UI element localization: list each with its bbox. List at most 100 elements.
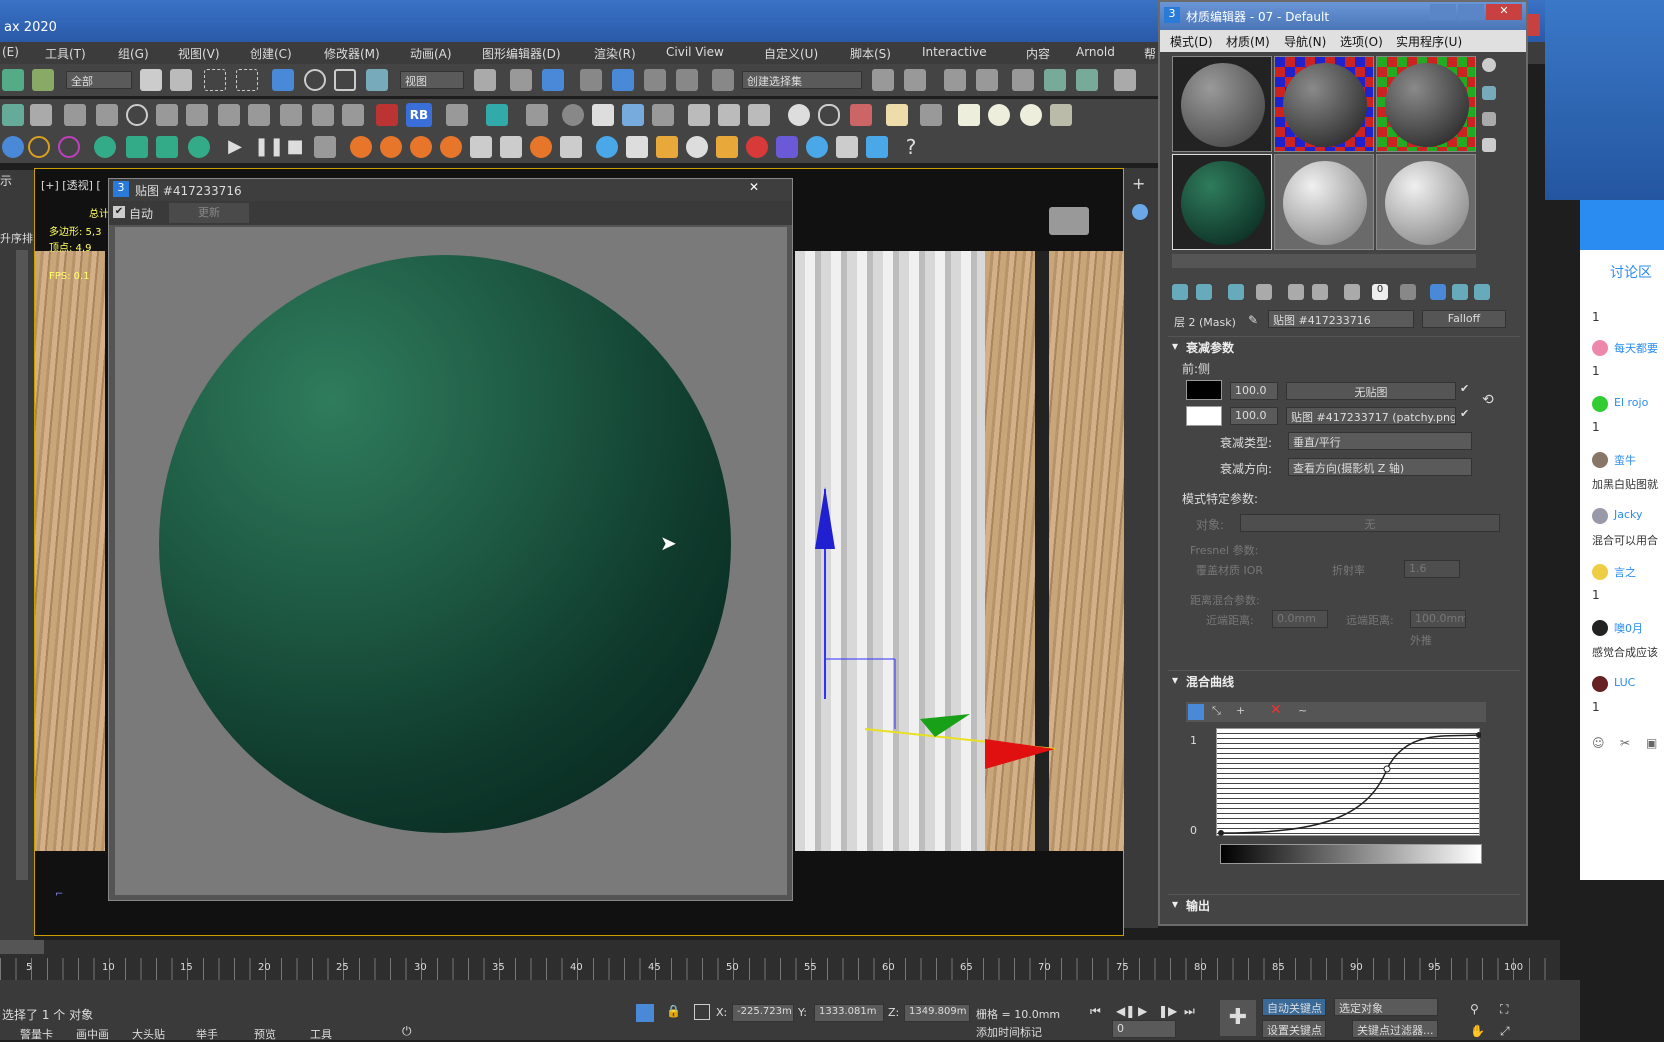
add-time-tag[interactable]: 添加时间标记: [976, 1024, 1042, 1040]
arrows-icon[interactable]: [126, 136, 148, 158]
plane-icon[interactable]: [958, 104, 980, 126]
chat-name-4[interactable]: 蛮牛: [1614, 452, 1636, 468]
plant-icon[interactable]: [2, 104, 24, 126]
select-manipulate-icon[interactable]: [510, 69, 532, 91]
menu-tools[interactable]: 工具(T): [45, 45, 86, 62]
named-selection-dropdown[interactable]: 创建选择集: [742, 71, 862, 89]
get-material-icon[interactable]: [1172, 284, 1188, 300]
keyboard-shortcut-icon[interactable]: [542, 69, 564, 91]
bowl-white-icon[interactable]: [686, 136, 708, 158]
ocean-icon[interactable]: [836, 136, 858, 158]
override-ior-checkbox[interactable]: 覆盖材质 IOR: [1196, 562, 1263, 578]
schematic-view-icon[interactable]: [1076, 69, 1098, 91]
pool-icon[interactable]: [866, 136, 888, 158]
maximize-viewport-icon[interactable]: ⤢: [1500, 1024, 1510, 1039]
scene-explorer-icon[interactable]: [944, 69, 966, 91]
eye-icon[interactable]: [312, 104, 334, 126]
chat-name-5[interactable]: Jacky: [1614, 508, 1643, 521]
fire-icon-3[interactable]: [410, 136, 432, 158]
frame-icon[interactable]: [186, 104, 208, 126]
auto-checkbox[interactable]: ✔: [113, 206, 125, 218]
front-color-swatch[interactable]: [1186, 380, 1222, 400]
render-frame-icon[interactable]: [218, 104, 240, 126]
material-slot-2[interactable]: [1274, 56, 1374, 152]
reference-coord-dropdown[interactable]: 视图: [400, 71, 464, 89]
refresh-icon[interactable]: [126, 104, 148, 126]
backlight-icon[interactable]: [1482, 86, 1496, 100]
go-forward-sibling-icon[interactable]: [1474, 284, 1490, 300]
sample-type-icon[interactable]: [1482, 58, 1496, 72]
near-distance-field[interactable]: 0.0mm: [1272, 610, 1328, 628]
snap-toggle-icon[interactable]: [580, 69, 602, 91]
menu-help[interactable]: 帮: [1144, 45, 1156, 62]
selection-filter-dropdown[interactable]: 全部: [66, 71, 132, 89]
tornado-icon[interactable]: [560, 136, 582, 158]
move-icon[interactable]: [272, 69, 294, 91]
update-button[interactable]: 更新: [169, 203, 249, 223]
menu-arnold[interactable]: Arnold: [1076, 45, 1115, 59]
camera-icon[interactable]: [920, 104, 942, 126]
move-point-icon[interactable]: [1188, 704, 1204, 720]
curve-editor-icon[interactable]: [1044, 69, 1066, 91]
show-map-icon[interactable]: [1400, 284, 1416, 300]
menu-animation[interactable]: 动画(A): [410, 45, 452, 62]
circle-icon[interactable]: [58, 136, 80, 158]
falloff-params-rollout[interactable]: ▾ 衰减参数: [1168, 336, 1520, 356]
display-icon[interactable]: [1132, 204, 1148, 220]
bowl-icon[interactable]: [1050, 104, 1072, 126]
d-icon[interactable]: [376, 104, 398, 126]
menu-customize[interactable]: 自定义(U): [764, 45, 818, 62]
next-frame-icon[interactable]: ❚▶: [1158, 1004, 1177, 1018]
y-coord-field[interactable]: 1333.081m: [814, 1004, 884, 1022]
make-unique-icon[interactable]: [1312, 284, 1328, 300]
emoji-icon[interactable]: ☺: [1592, 736, 1605, 750]
timeline[interactable]: 5 10 15 20 25 30 35 40 45 50 55 60 65 70…: [0, 940, 1560, 980]
star-icon[interactable]: [188, 136, 210, 158]
shirt-icon[interactable]: [592, 104, 614, 126]
rotate-icon[interactable]: [304, 69, 326, 91]
isolate-icon[interactable]: [636, 1004, 654, 1022]
current-frame-field[interactable]: 0: [1112, 1020, 1176, 1038]
mirror-icon[interactable]: [872, 69, 894, 91]
set-key-button[interactable]: 设置关键点: [1262, 1020, 1326, 1038]
mix-curve-rollout[interactable]: ▾ 混合曲线: [1168, 670, 1520, 690]
grid-green-icon[interactable]: [156, 136, 178, 158]
minimize-icon[interactable]: [1430, 4, 1456, 20]
menu-view[interactable]: 视图(V): [178, 45, 220, 62]
key-filters-button[interactable]: 关键点过滤器...: [1352, 1020, 1438, 1038]
fire-icon-2[interactable]: [380, 136, 402, 158]
image-icon[interactable]: [850, 104, 872, 126]
reset-curve-icon[interactable]: ~: [1298, 704, 1307, 717]
angle-snap-icon[interactable]: [612, 69, 634, 91]
play-icon[interactable]: ▶: [224, 136, 246, 158]
spinner-snap-icon[interactable]: [676, 69, 698, 91]
absolute-mode-icon[interactable]: [694, 1004, 710, 1020]
front-map-button[interactable]: 无贴图: [1286, 382, 1456, 400]
image-icon[interactable]: ▣: [1646, 736, 1657, 750]
add-point-icon[interactable]: +: [1236, 704, 1245, 717]
menu-graph-editors[interactable]: 图形编辑器(D): [482, 45, 561, 62]
menu-modifiers[interactable]: 修改器(M): [324, 45, 380, 62]
maximize-icon[interactable]: [1458, 4, 1484, 20]
chat-title[interactable]: 讨论区: [1610, 262, 1652, 282]
percent-snap-icon[interactable]: [644, 69, 666, 91]
material-slot-3[interactable]: [1376, 56, 1476, 152]
material-slot-6[interactable]: [1376, 154, 1476, 250]
go-to-parent-icon[interactable]: [1452, 284, 1468, 300]
mix-curve-graph[interactable]: [1216, 728, 1481, 836]
fire-icon-4[interactable]: [440, 136, 462, 158]
go-to-end-icon[interactable]: ⏭: [1184, 1004, 1195, 1019]
power-icon[interactable]: ⏻: [402, 1024, 412, 1039]
sparkle-icon[interactable]: [652, 104, 674, 126]
background-icon[interactable]: [1482, 112, 1496, 126]
purple-box-icon[interactable]: [776, 136, 798, 158]
rb-icon[interactable]: RB: [406, 103, 432, 127]
pivot-icon[interactable]: [474, 69, 496, 91]
reset-map-icon[interactable]: [1256, 284, 1272, 300]
flame-icon[interactable]: [530, 136, 552, 158]
layers-icon[interactable]: [526, 104, 548, 126]
menu-scripting[interactable]: 脚本(S): [850, 45, 891, 62]
placement-icon[interactable]: [366, 69, 388, 91]
create-icon[interactable]: +: [1132, 174, 1145, 193]
delete-point-icon[interactable]: ✕: [1270, 702, 1282, 718]
